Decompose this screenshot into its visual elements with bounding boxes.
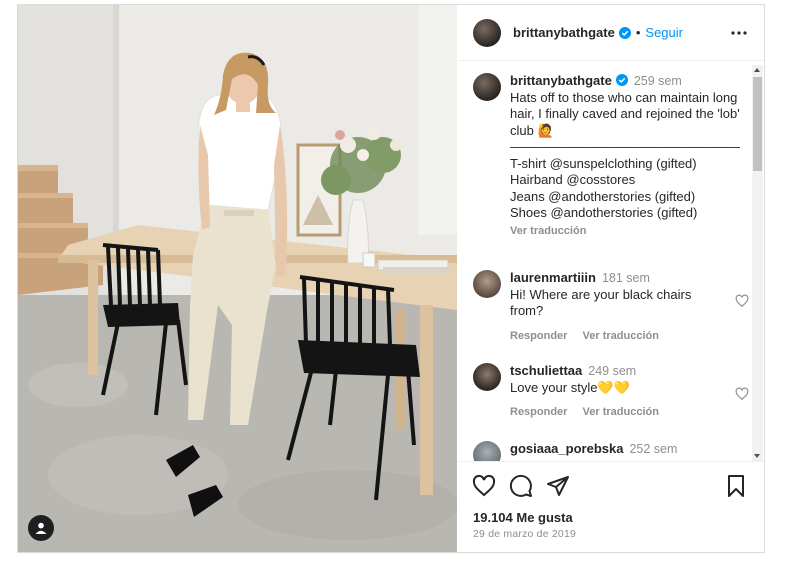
follow-button[interactable]: Seguir <box>645 25 683 40</box>
post-action-bar: 19.104 Me gusta 29 de marzo de 2019 <box>458 461 764 553</box>
post-photo[interactable] <box>18 5 457 552</box>
comment-heart-icon[interactable] <box>735 294 749 308</box>
comment-time[interactable]: 249 sem <box>588 364 636 378</box>
comment-icon[interactable] <box>509 474 533 498</box>
more-options-icon[interactable] <box>730 24 748 42</box>
send-icon[interactable] <box>546 474 570 498</box>
likes-count[interactable]: 19.104 Me gusta <box>473 510 573 525</box>
header-separator: • <box>635 25 641 40</box>
scrollbar-thumb[interactable] <box>753 77 762 171</box>
caption-username[interactable]: brittanybathgate <box>510 73 612 88</box>
comments-scrollbar[interactable] <box>752 65 763 461</box>
bookmark-icon[interactable] <box>724 474 748 498</box>
comment-avatar[interactable] <box>473 441 501 461</box>
translate-link[interactable]: Ver traducción <box>583 330 659 342</box>
caption-separator: —————————————————————————————— <box>510 139 740 154</box>
caption-credit: Hairband @cosstores <box>510 172 636 187</box>
caption-credit: Shoes @andotherstories (gifted) <box>510 205 698 220</box>
post-dialog: brittanybathgate • Seguir brittanybathga… <box>17 4 765 553</box>
comments-scroll-area[interactable]: brittanybathgate 259 sem Hats off to thos… <box>458 61 764 461</box>
author-username[interactable]: brittanybathgate <box>513 25 615 40</box>
comment-item: gosiaaa_porebska 252 sem <box>473 441 743 461</box>
user-tag-icon[interactable] <box>28 515 54 541</box>
caption-time[interactable]: 259 sem <box>634 74 682 88</box>
comment-username[interactable]: laurenmartiiin <box>510 270 596 285</box>
comment-avatar[interactable] <box>473 270 501 298</box>
comment-avatar[interactable] <box>473 363 501 391</box>
caption-avatar[interactable] <box>473 73 501 101</box>
verified-badge-icon <box>618 26 631 39</box>
post-side-panel: brittanybathgate • Seguir brittanybathga… <box>458 5 764 552</box>
scroll-up-arrow[interactable] <box>754 68 760 72</box>
comment-username[interactable]: tschuliettaa <box>510 363 582 378</box>
comment-time[interactable]: 252 sem <box>629 442 677 456</box>
author-avatar[interactable] <box>473 18 501 47</box>
comment-item: tschuliettaa 249 sem Love your style💛💛 Re… <box>473 363 749 421</box>
comment-item: laurenmartiiin 181 sem Hi! Where are your… <box>473 270 749 344</box>
caption-credit: T-shirt @sunspelclothing (gifted) <box>510 155 697 171</box>
translate-link[interactable]: Ver traducción <box>583 406 659 418</box>
scroll-down-arrow[interactable] <box>754 454 760 458</box>
reply-button[interactable]: Responder <box>510 330 567 342</box>
heart-icon[interactable] <box>472 474 496 498</box>
post-caption: brittanybathgate 259 sem Hats off to thos… <box>473 73 743 239</box>
reply-button[interactable]: Responder <box>510 406 567 418</box>
comment-time[interactable]: 181 sem <box>602 271 650 285</box>
comment-heart-icon[interactable] <box>735 387 749 401</box>
caption-text: Hats off to those who can maintain long … <box>510 89 740 138</box>
caption-credit: Jeans @andotherstories (gifted) <box>510 188 696 204</box>
post-date[interactable]: 29 de marzo de 2019 <box>473 528 576 540</box>
caption-translate-link[interactable]: Ver traducción <box>510 223 740 240</box>
post-header: brittanybathgate • Seguir <box>458 5 764 61</box>
comment-username[interactable]: gosiaaa_porebska <box>510 441 623 456</box>
comment-text: Love your style💛💛 <box>510 379 630 395</box>
photo-illustration <box>18 5 457 552</box>
verified-badge-icon <box>615 74 628 86</box>
comment-text: Hi! Where are your black chairs from? <box>510 286 692 319</box>
